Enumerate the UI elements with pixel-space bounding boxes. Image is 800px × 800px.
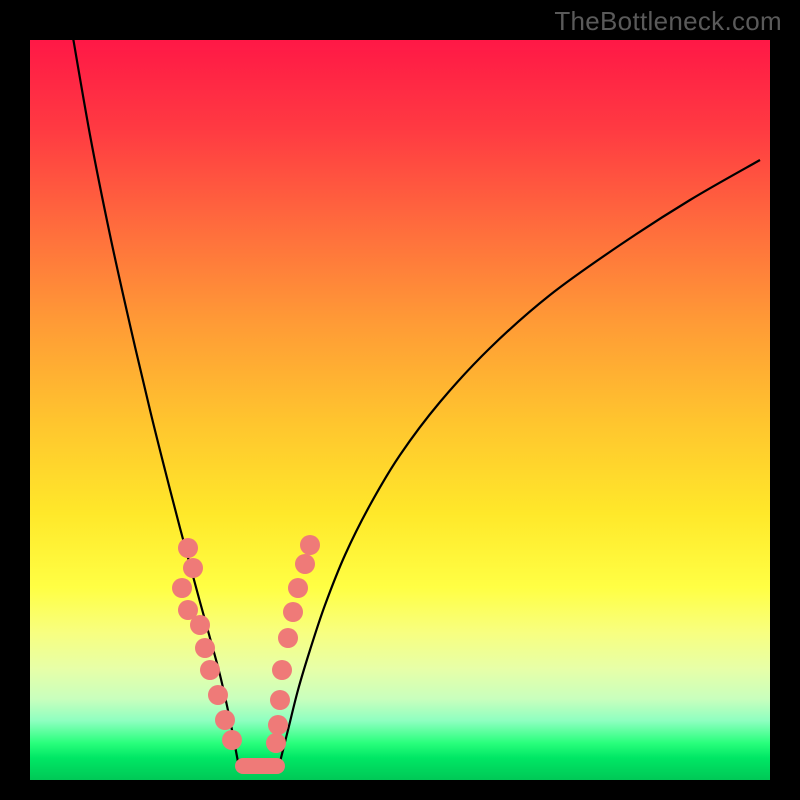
data-marker [208,685,228,705]
data-marker [278,628,298,648]
marker-group [172,535,320,774]
data-marker [266,733,286,753]
data-marker [190,615,210,635]
data-marker [288,578,308,598]
data-marker [222,730,242,750]
data-marker [172,578,192,598]
data-marker [183,558,203,578]
data-marker [283,602,303,622]
chart-svg [30,40,770,780]
chart-frame: TheBottleneck.com [0,0,800,800]
data-marker [215,710,235,730]
attribution-text: TheBottleneck.com [554,6,782,37]
data-marker [268,715,288,735]
data-marker [200,660,220,680]
plot-area [30,40,770,780]
data-marker [195,638,215,658]
right-curve [280,160,760,762]
data-marker [300,535,320,555]
data-marker [295,554,315,574]
data-marker [270,690,290,710]
valley-marker-blob [235,758,285,774]
data-marker [178,538,198,558]
data-marker [272,660,292,680]
